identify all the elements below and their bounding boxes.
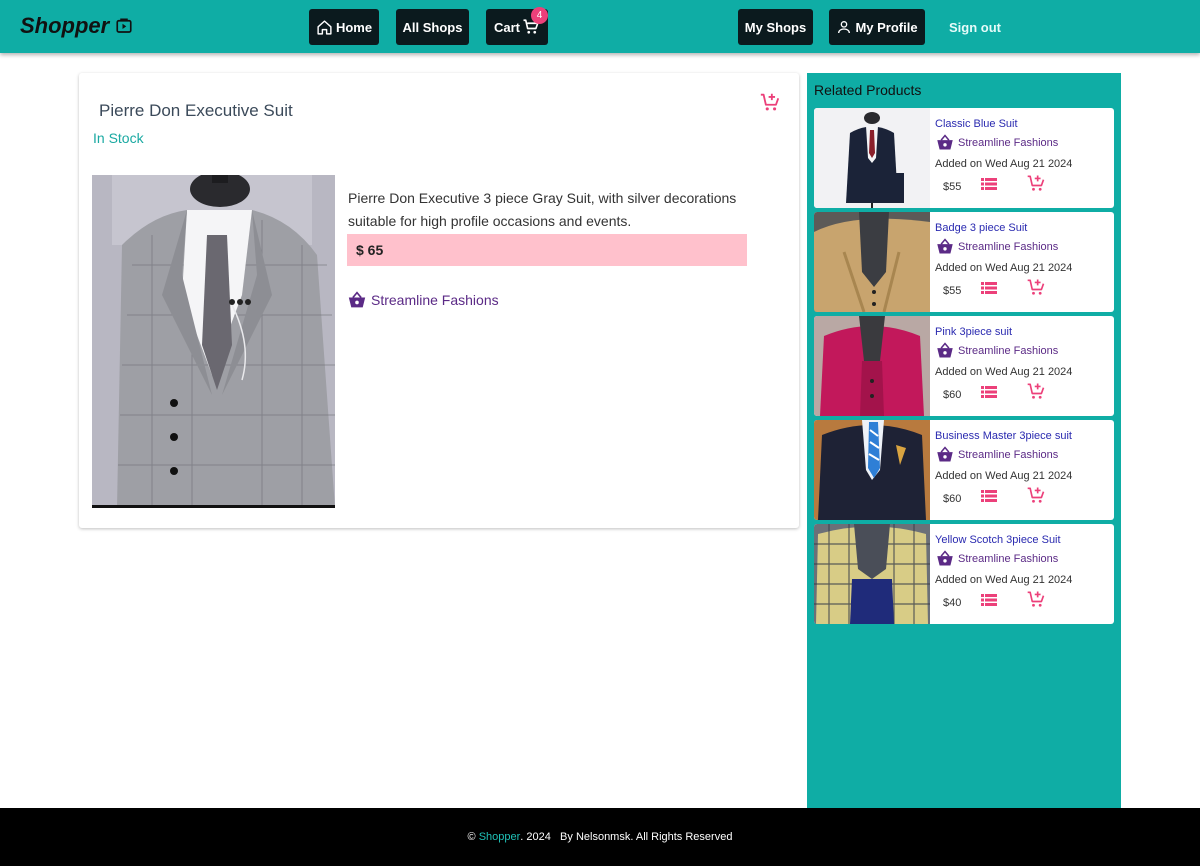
product-shop-name: Streamline Fashions [371, 292, 499, 308]
shop-basket-icon [937, 550, 953, 566]
related-item-shop[interactable]: Streamline Fashions [935, 238, 1058, 255]
nav-all-shops-label: All Shops [402, 19, 463, 35]
storefront-play-icon [116, 18, 132, 33]
related-item-name[interactable]: Classic Blue Suit [935, 118, 1018, 130]
add-to-cart-icon[interactable] [1026, 589, 1046, 609]
related-item-name[interactable]: Yellow Scotch 3piece Suit [935, 534, 1061, 546]
related-item-image [814, 420, 930, 520]
footer-text: . 2024 By Nelsonmsk. All Rights Reserved [520, 831, 733, 843]
related-item-shop[interactable]: Streamline Fashions [935, 342, 1058, 359]
shop-basket-icon [937, 446, 953, 462]
shop-basket-icon [937, 342, 953, 358]
cart-count-badge: 4 [531, 7, 548, 24]
view-details-list-icon[interactable] [981, 488, 997, 504]
related-item-price: $60 [943, 493, 962, 505]
related-item-image [814, 316, 930, 416]
view-details-list-icon[interactable] [981, 176, 997, 192]
view-details-list-icon[interactable] [981, 592, 997, 608]
nav-my-shops-button[interactable]: My Shops [738, 9, 813, 45]
copyright-symbol: © [467, 831, 476, 843]
related-item[interactable]: Badge 3 piece Suit Streamline Fashions A… [814, 212, 1114, 312]
brand-title: Shopper [20, 13, 110, 38]
product-title: Pierre Don Executive Suit [99, 101, 293, 120]
shop-basket-icon [937, 134, 953, 150]
product-image [92, 175, 335, 508]
related-item-added-date: Added on Wed Aug 21 2024 [935, 366, 1073, 378]
related-item-name[interactable]: Badge 3 piece Suit [935, 222, 1027, 234]
home-icon [317, 19, 332, 35]
related-item-added-date: Added on Wed Aug 21 2024 [935, 262, 1073, 274]
related-item[interactable]: Business Master 3piece suit Streamline F… [814, 420, 1114, 520]
related-item-shop-name: Streamline Fashions [958, 240, 1059, 253]
person-icon [838, 21, 851, 34]
add-to-cart-icon[interactable] [1026, 381, 1046, 401]
related-item-name[interactable]: Business Master 3piece suit [935, 430, 1072, 442]
related-item[interactable]: Pink 3piece suit Streamline Fashions Add… [814, 316, 1114, 416]
add-to-cart-icon[interactable] [1026, 173, 1046, 193]
nav-cart-label: Cart [493, 19, 520, 35]
related-item[interactable]: Yellow Scotch 3piece Suit Streamline Fas… [814, 524, 1114, 624]
related-item-price: $60 [943, 389, 962, 401]
shop-basket-icon [937, 238, 953, 254]
related-item-shop[interactable]: Streamline Fashions [935, 446, 1058, 463]
add-to-cart-icon[interactable] [1026, 485, 1046, 505]
nav-cart-button[interactable]: Cart 4 [486, 7, 548, 45]
related-products-title: Related Products [814, 82, 922, 98]
nav-my-profile-label: My Profile [855, 19, 918, 35]
add-to-cart-icon[interactable] [759, 91, 781, 113]
sign-out-button[interactable]: Sign out [940, 9, 1010, 45]
related-item-name[interactable]: Pink 3piece suit [935, 326, 1012, 338]
related-item-shop-name: Streamline Fashions [958, 552, 1059, 565]
footer-brand-link[interactable]: Shopper [479, 831, 521, 843]
nav-my-shops-label: My Shops [744, 19, 807, 35]
related-item-shop[interactable]: Streamline Fashions [935, 134, 1058, 151]
related-item-shop-name: Streamline Fashions [958, 344, 1059, 357]
product-description: Pierre Don Executive 3 piece Gray Suit, … [348, 190, 737, 229]
nav-home-button[interactable]: Home [309, 9, 379, 45]
related-item-price: $55 [943, 181, 962, 193]
related-item-image [814, 524, 930, 624]
shop-basket-icon [348, 291, 366, 308]
view-details-list-icon[interactable] [981, 280, 997, 296]
add-to-cart-icon[interactable] [1026, 277, 1046, 297]
related-item-price: $55 [943, 285, 962, 297]
nav-all-shops-button[interactable]: All Shops [396, 9, 469, 45]
related-item-image [814, 108, 930, 208]
related-item-added-date: Added on Wed Aug 21 2024 [935, 470, 1073, 482]
product-card: Pierre Don Executive Suit In Stock Pierr… [79, 73, 799, 528]
top-app-bar: Shopper Home All Shops Cart 4 My Shops M… [0, 0, 1200, 53]
related-item-added-date: Added on Wed Aug 21 2024 [935, 574, 1073, 586]
related-products-panel: Related Products Classic Blue Suit Strea… [807, 73, 1121, 809]
related-item-added-date: Added on Wed Aug 21 2024 [935, 158, 1073, 170]
nav-home-label: Home [335, 19, 373, 35]
related-item[interactable]: Classic Blue Suit Streamline Fashions Ad… [814, 108, 1114, 208]
product-price: $ 65 [347, 234, 747, 266]
view-details-list-icon[interactable] [981, 384, 997, 400]
related-item-shop[interactable]: Streamline Fashions [935, 550, 1058, 567]
related-item-shop-name: Streamline Fashions [958, 136, 1059, 149]
related-item-shop-name: Streamline Fashions [958, 448, 1059, 461]
stock-status: In Stock [93, 130, 144, 146]
footer: © Shopper. 2024 By Nelsonmsk. All Rights… [0, 808, 1200, 866]
product-shop-link[interactable]: Streamline Fashions [347, 291, 499, 309]
related-item-price: $40 [943, 597, 962, 609]
nav-my-profile-button[interactable]: My Profile [829, 9, 925, 45]
related-item-image [814, 212, 930, 312]
brand[interactable]: Shopper [20, 13, 133, 39]
